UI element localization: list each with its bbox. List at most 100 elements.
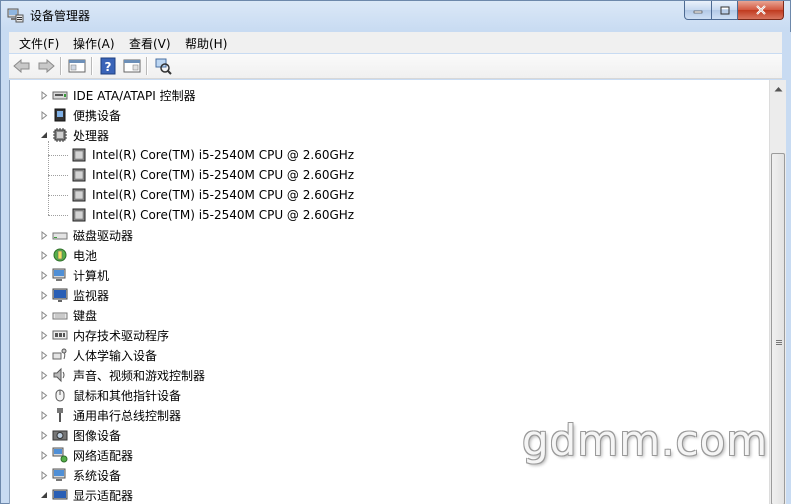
tree-category-row[interactable]: 系统设备 <box>10 465 769 485</box>
back-arrow-icon <box>13 59 30 73</box>
tree-category-row[interactable]: 键盘 <box>10 305 769 325</box>
tree-category-row[interactable]: 显示适配器 <box>10 485 769 504</box>
minimize-icon <box>693 10 703 14</box>
window-title: 设备管理器 <box>30 9 91 23</box>
tree-device-label: Intel(R) Core(TM) i5-2540M CPU @ 2.60GHz <box>92 188 355 202</box>
tree-device-row[interactable]: Intel(R) Core(TM) i5-2540M CPU @ 2.60GHz <box>10 165 769 185</box>
tree-category-row[interactable]: IDE ATA/ATAPI 控制器 <box>10 85 769 105</box>
maximize-button[interactable] <box>712 1 738 20</box>
toolbar-separator <box>60 57 61 75</box>
device-manager-icon <box>7 7 24 23</box>
tree-category-label: 处理器 <box>73 128 110 143</box>
caption-buttons <box>684 1 784 20</box>
tree-category-row[interactable]: 鼠标和其他指针设备 <box>10 385 769 405</box>
tree-category-row[interactable]: 电池 <box>10 245 769 265</box>
menu-file[interactable]: 文件(F) <box>19 35 59 52</box>
expand-toggle[interactable] <box>39 350 48 360</box>
title-bar[interactable]: 设备管理器 <box>1 1 790 30</box>
tree-category-row[interactable]: 内存技术驱动程序 <box>10 325 769 345</box>
tree-category-label: 通用串行总线控制器 <box>73 408 182 423</box>
network-adapter-icon <box>52 447 68 463</box>
tree-device-row[interactable]: Intel(R) Core(TM) i5-2540M CPU @ 2.60GHz <box>10 185 769 205</box>
expand-toggle[interactable] <box>39 450 48 460</box>
forward-button[interactable] <box>35 55 57 77</box>
scroll-thumb[interactable] <box>771 153 785 504</box>
tree-category-row[interactable]: 监视器 <box>10 285 769 305</box>
expand-toggle[interactable] <box>39 470 48 480</box>
back-button[interactable] <box>11 55 33 77</box>
expand-toggle[interactable] <box>39 370 48 380</box>
processor-icon <box>52 127 68 143</box>
triangle-collapsed-icon <box>41 450 47 460</box>
expand-toggle[interactable] <box>39 410 48 420</box>
scroll-grip <box>776 342 782 343</box>
tree-connector <box>48 215 68 216</box>
expand-toggle[interactable] <box>39 330 48 340</box>
expand-toggle[interactable] <box>39 290 48 300</box>
expand-toggle[interactable] <box>39 90 48 100</box>
tree-category-label: 内存技术驱动程序 <box>73 328 170 343</box>
expand-toggle[interactable] <box>39 310 48 320</box>
tree-category-row[interactable]: 处理器 <box>10 125 769 145</box>
tree-device-label: Intel(R) Core(TM) i5-2540M CPU @ 2.60GHz <box>92 168 355 182</box>
triangle-collapsed-icon <box>41 290 47 300</box>
processor-chip-icon <box>71 167 87 183</box>
processor-chip-icon <box>71 187 87 203</box>
properties-pane-icon <box>123 59 141 73</box>
collapse-toggle[interactable] <box>39 131 48 140</box>
imaging-device-icon <box>52 427 68 443</box>
tree-device-row[interactable]: Intel(R) Core(TM) i5-2540M CPU @ 2.60GHz <box>10 145 769 165</box>
window-frame-right <box>786 32 791 504</box>
portable-device-icon <box>52 107 68 123</box>
toolbar-separator <box>91 57 92 75</box>
tree-device-row[interactable]: Intel(R) Core(TM) i5-2540M CPU @ 2.60GHz <box>10 205 769 225</box>
tree-device-label: Intel(R) Core(TM) i5-2540M CPU @ 2.60GHz <box>92 148 355 162</box>
usb-icon <box>52 407 68 423</box>
tree-category-row[interactable]: 磁盘驱动器 <box>10 225 769 245</box>
toolbar-separator <box>146 57 147 75</box>
tree-category-row[interactable]: 计算机 <box>10 265 769 285</box>
scan-hardware-button[interactable] <box>152 55 174 77</box>
triangle-collapsed-icon <box>41 470 47 480</box>
menu-help[interactable]: 帮助(H) <box>185 35 227 52</box>
hid-icon <box>52 347 68 363</box>
tree-connector <box>48 195 68 196</box>
expand-toggle[interactable] <box>39 110 48 120</box>
tree-category-row[interactable]: 便携设备 <box>10 105 769 125</box>
expand-toggle[interactable] <box>39 230 48 240</box>
menu-view[interactable]: 查看(V) <box>129 35 171 52</box>
battery-icon <box>52 247 68 263</box>
tree-category-row[interactable]: 人体学输入设备 <box>10 345 769 365</box>
scan-hardware-changes-icon <box>155 58 172 75</box>
scroll-up-button[interactable] <box>770 80 787 97</box>
tree-device-label: Intel(R) Core(TM) i5-2540M CPU @ 2.60GHz <box>92 208 355 222</box>
properties-pane-button[interactable] <box>121 55 143 77</box>
menu-bar: 文件(F) 操作(A) 查看(V) 帮助(H) <box>9 32 782 53</box>
close-button[interactable] <box>738 1 784 20</box>
expand-toggle[interactable] <box>39 390 48 400</box>
tree-category-row[interactable]: 声音、视频和游戏控制器 <box>10 365 769 385</box>
disk-drive-icon <box>52 227 68 243</box>
console-tree-button[interactable] <box>66 55 88 77</box>
help-icon: ? <box>100 57 116 75</box>
scroll-grip <box>776 344 782 345</box>
expand-toggle[interactable] <box>39 270 48 280</box>
menu-action[interactable]: 操作(A) <box>73 35 115 52</box>
forward-arrow-icon <box>38 59 55 73</box>
minimize-button[interactable] <box>684 1 712 20</box>
vertical-scrollbar[interactable] <box>769 80 786 504</box>
help-button[interactable]: ? <box>97 55 119 77</box>
triangle-collapsed-icon <box>41 250 47 260</box>
show-hide-console-tree-icon <box>68 59 86 73</box>
tree-category-label: 图像设备 <box>73 428 122 443</box>
triangle-collapsed-icon <box>41 350 47 360</box>
triangle-collapsed-icon <box>41 410 47 420</box>
expand-toggle[interactable] <box>39 250 48 260</box>
expand-toggle[interactable] <box>39 430 48 440</box>
triangle-collapsed-icon <box>41 310 47 320</box>
tree-category-label: 计算机 <box>73 268 110 283</box>
tree-category-label: 系统设备 <box>73 468 122 483</box>
chevron-up-icon <box>774 86 783 91</box>
triangle-collapsed-icon <box>41 110 47 120</box>
collapse-toggle[interactable] <box>39 491 48 500</box>
